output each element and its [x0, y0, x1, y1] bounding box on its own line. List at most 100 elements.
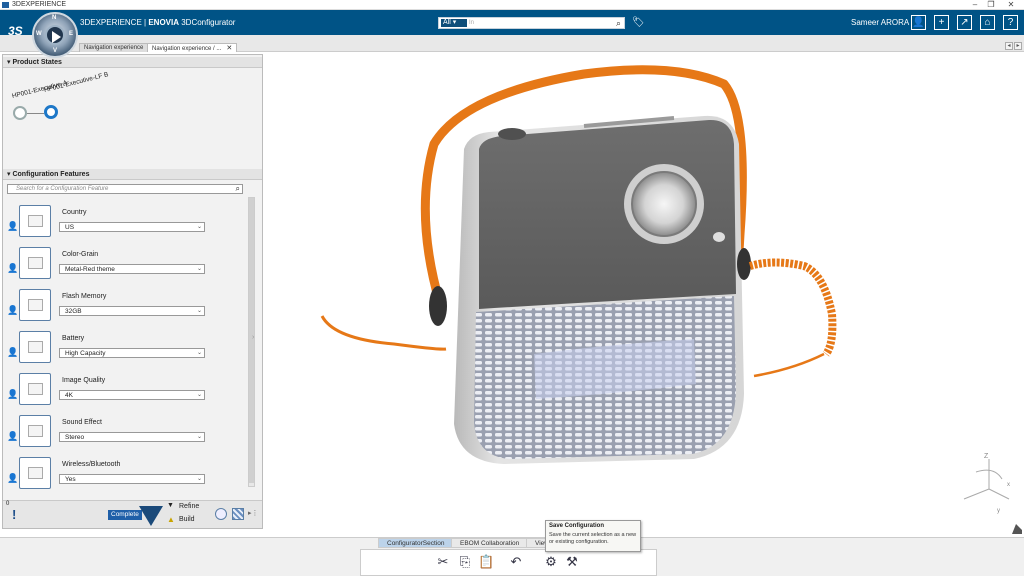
folder-icon: [28, 425, 43, 437]
compass-icon[interactable]: N W E V: [32, 12, 78, 58]
axis-y-label: y: [997, 508, 1000, 514]
tab-navigation-experience[interactable]: Navigation experience: [79, 43, 149, 52]
help-icon[interactable]: ?: [1003, 15, 1018, 30]
feature-image[interactable]: [19, 415, 51, 447]
dropdown-icon[interactable]: ⌄: [197, 349, 202, 358]
refresh-icon[interactable]: [215, 508, 227, 520]
folder-icon: [28, 299, 43, 311]
product-model[interactable]: Z x y: [264, 54, 1024, 536]
save-configuration-icon[interactable]: ⚙: [543, 554, 559, 570]
tab-scroll-left-icon[interactable]: ◂: [1005, 42, 1013, 50]
copy-icon[interactable]: ⎘: [457, 554, 473, 570]
home-icon[interactable]: ⌂: [980, 15, 995, 30]
tab-bar: Navigation experience Navigation experie…: [0, 35, 1024, 52]
dropdown-icon[interactable]: ⌄: [197, 433, 202, 442]
search-icon[interactable]: ⌕: [616, 18, 621, 28]
folder-icon: [28, 467, 43, 479]
feature-value-select[interactable]: Stereo ⌄: [59, 432, 205, 442]
refine-label[interactable]: Refine: [179, 503, 199, 510]
cut-icon[interactable]: ✂: [435, 554, 451, 570]
minimize-icon[interactable]: –: [968, 0, 982, 10]
axis-x-label: x: [1007, 482, 1010, 488]
axis-triad-icon[interactable]: Z x y: [963, 453, 1010, 514]
config-feature-search-input[interactable]: Search for a Configuration Feature: [16, 185, 108, 194]
window-title: 3DEXPERIENCE: [12, 1, 67, 8]
complete-triangle-icon: [139, 506, 163, 526]
config-feature-search[interactable]: Search for a Configuration Feature ⌕: [7, 184, 243, 194]
search-input[interactable]: In: [469, 19, 474, 28]
tab-ebom-collaboration[interactable]: EBOM Collaboration: [451, 538, 529, 548]
product-states-header[interactable]: ▾ Product States: [3, 57, 262, 68]
feature-value-select[interactable]: Metal-Red theme ⌄: [59, 264, 205, 274]
dropdown-icon[interactable]: ⌄: [197, 307, 202, 316]
warning-icon[interactable]: !: [12, 507, 16, 522]
state-node-b[interactable]: [44, 105, 58, 119]
complete-badge[interactable]: Complete: [108, 510, 142, 520]
folder-icon: [28, 257, 43, 269]
restore-icon[interactable]: ❐: [984, 0, 998, 10]
feature-image[interactable]: [19, 247, 51, 279]
folder-icon: [28, 215, 43, 227]
tab-configurator-section[interactable]: ConfiguratorSection: [378, 538, 454, 548]
feature-row: 👤 Sound Effect Stereo ⌄: [3, 413, 243, 453]
3d-viewport[interactable]: Z x y: [264, 54, 1024, 536]
feature-value-select[interactable]: 32GB ⌄: [59, 306, 205, 316]
issue-count: 0: [6, 501, 10, 507]
user-name[interactable]: Sameer ARORA: [851, 18, 909, 28]
save-as-configuration-icon[interactable]: ⚒: [564, 554, 580, 570]
pattern-icon[interactable]: [232, 508, 244, 520]
app-icon: [2, 2, 9, 8]
tooltip-description: Save the current selection as a new or e…: [549, 532, 637, 545]
feature-value-select[interactable]: Yes ⌄: [59, 474, 205, 484]
feature-name: Color-Grain: [62, 251, 99, 258]
config-features-header[interactable]: ▾ Configuration Features: [3, 169, 262, 180]
feature-row: 👤 Country US ⌄: [3, 203, 243, 243]
build-label[interactable]: Build: [179, 516, 195, 523]
user-profile-icon[interactable]: 👤: [911, 15, 926, 30]
feature-image[interactable]: [19, 331, 51, 363]
folder-icon: [28, 383, 43, 395]
search-icon[interactable]: ⌕: [236, 184, 240, 194]
person-icon: 👤: [7, 473, 19, 483]
dropdown-icon[interactable]: ⌄: [197, 223, 202, 232]
feature-name: Flash Memory: [62, 293, 107, 300]
dropdown-icon[interactable]: ⌄: [197, 391, 202, 400]
brand-title: 3DEXPERIENCE | ENOVIA 3DConfigurator: [80, 18, 236, 27]
collapse-panel-icon[interactable]: ›: [252, 334, 259, 346]
feature-image[interactable]: [19, 457, 51, 489]
axis-z-label: Z: [984, 453, 989, 460]
feature-image[interactable]: [19, 205, 51, 237]
tab-navigation-experience-active[interactable]: Navigation experience / ... ✕: [147, 43, 238, 52]
feature-value-select[interactable]: High Capacity ⌄: [59, 348, 205, 358]
feature-row: 👤 Flash Memory 32GB ⌄: [3, 287, 243, 327]
person-icon: 👤: [7, 347, 19, 357]
toolbar: ✂ ⎘ 📋 ↶ ⚙ ⚒: [360, 549, 657, 576]
feature-value-select[interactable]: 4K ⌄: [59, 390, 205, 400]
feature-row: 👤 Battery High Capacity ⌄: [3, 329, 243, 369]
more-options-icon[interactable]: ▸⋮: [248, 509, 259, 517]
feature-image[interactable]: [19, 373, 51, 405]
resize-handle-icon[interactable]: [1012, 524, 1022, 534]
feature-value-select[interactable]: US ⌄: [59, 222, 205, 232]
person-icon: 👤: [7, 305, 19, 315]
dropdown-icon[interactable]: ⌄: [197, 265, 202, 274]
state-node-a[interactable]: [13, 106, 27, 120]
dropdown-icon[interactable]: ⌄: [197, 475, 202, 484]
close-icon[interactable]: ✕: [1004, 0, 1018, 10]
feature-row: 👤 Color-Grain Metal-Red theme ⌄: [3, 245, 243, 285]
tag-icon[interactable]: 🏷: [632, 17, 645, 28]
feature-row: 👤 Wireless/Bluetooth Yes ⌄: [3, 455, 243, 495]
feature-name: Country: [62, 209, 87, 216]
close-tab-icon[interactable]: ✕: [226, 45, 232, 52]
add-icon[interactable]: +: [934, 15, 949, 30]
undo-icon[interactable]: ↶: [508, 554, 524, 570]
share-icon[interactable]: ↗: [957, 15, 972, 30]
feature-row: 👤 Image Quality 4K ⌄: [3, 371, 243, 411]
search-bar[interactable]: All ▾ In ⌕: [438, 17, 625, 29]
compass-play-icon[interactable]: [45, 25, 65, 45]
paste-icon[interactable]: 📋: [478, 554, 494, 570]
feature-name: Wireless/Bluetooth: [62, 461, 121, 468]
tab-scroll-right-icon[interactable]: ▸: [1014, 42, 1022, 50]
feature-image[interactable]: [19, 289, 51, 321]
search-scope-select[interactable]: All ▾: [441, 19, 467, 27]
